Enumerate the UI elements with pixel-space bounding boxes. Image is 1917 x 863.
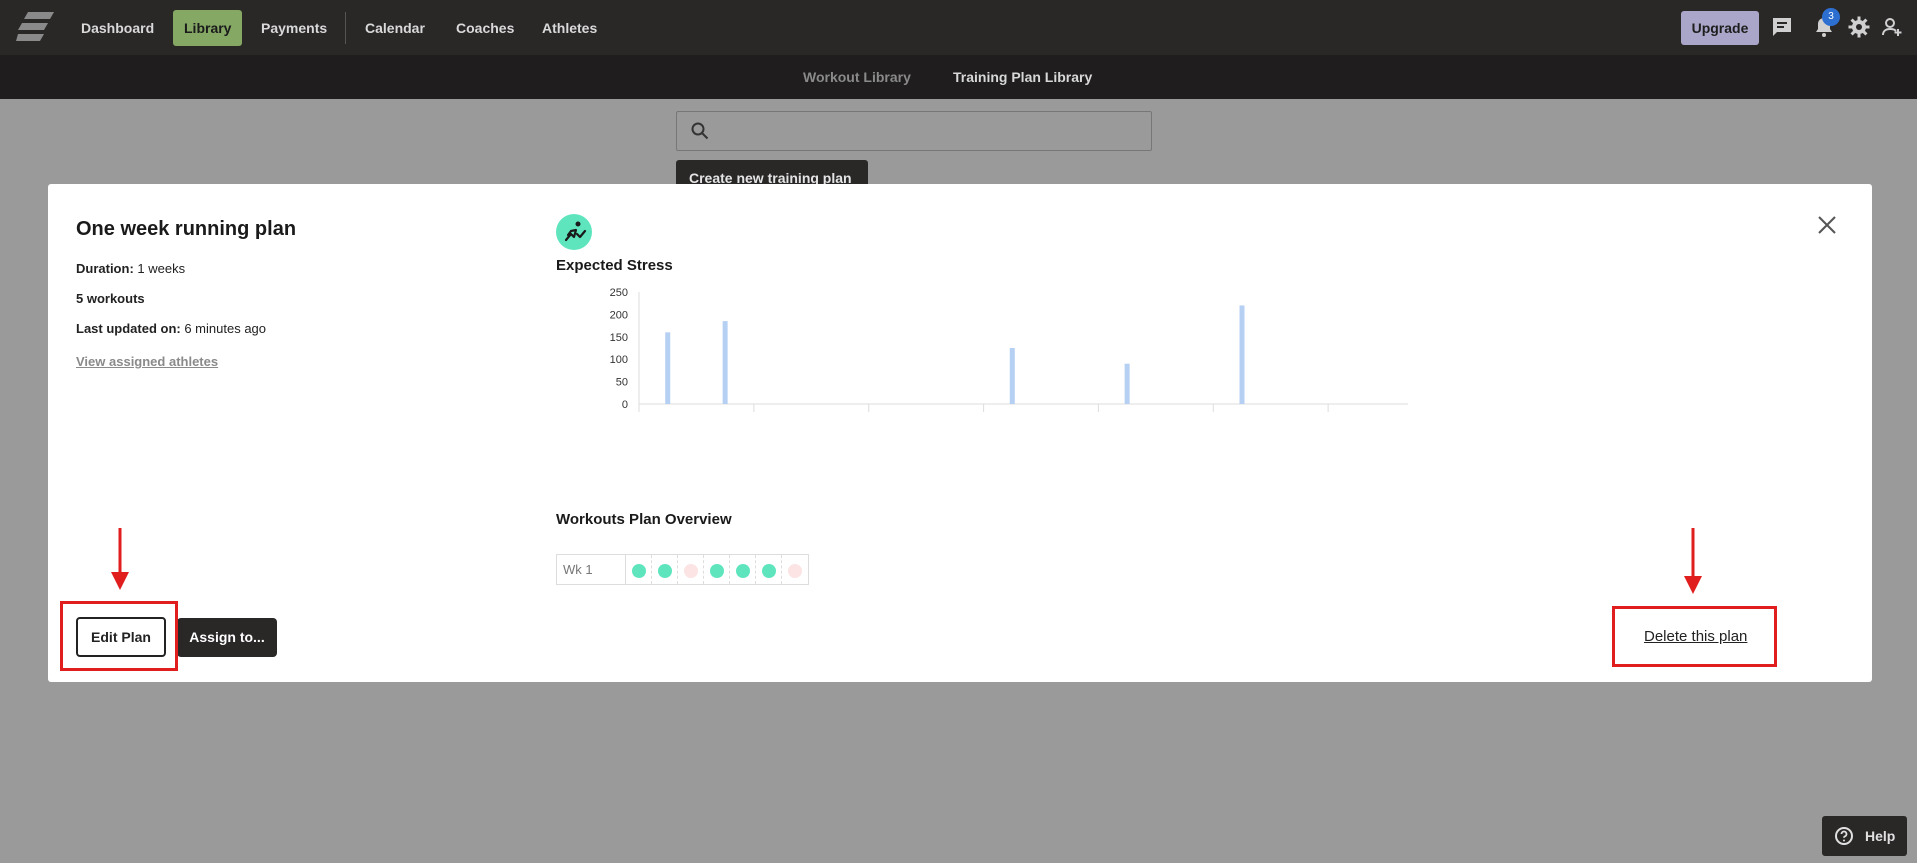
workout-dot bbox=[736, 564, 750, 578]
y-tick-label: 250 bbox=[610, 288, 628, 299]
y-tick-label: 100 bbox=[610, 354, 628, 366]
day-cell[interactable] bbox=[626, 555, 652, 584]
annotation-box-edit bbox=[60, 601, 178, 671]
day-cell[interactable] bbox=[704, 555, 730, 584]
expected-stress-title: Expected Stress bbox=[556, 257, 673, 274]
chat-icon[interactable] bbox=[1770, 15, 1794, 39]
y-tick-label: 50 bbox=[616, 377, 628, 389]
nav-calendar[interactable]: Calendar bbox=[365, 17, 425, 39]
stress-bar bbox=[1239, 305, 1245, 404]
library-subnav: Workout Library Training Plan Library bbox=[0, 55, 1917, 99]
workout-dot bbox=[762, 564, 776, 578]
nav-coaches[interactable]: Coaches bbox=[456, 17, 514, 39]
stress-bar bbox=[1124, 363, 1130, 404]
workout-dot bbox=[632, 564, 646, 578]
annotation-arrow-edit bbox=[111, 528, 129, 590]
stress-bar bbox=[1009, 348, 1015, 404]
nav-dashboard[interactable]: Dashboard bbox=[81, 17, 154, 39]
notification-badge: 3 bbox=[1822, 8, 1840, 26]
rest-dot bbox=[684, 564, 698, 578]
view-assigned-athletes-link[interactable]: View assigned athletes bbox=[76, 354, 218, 369]
plan-workout-count: 5 workouts bbox=[76, 291, 145, 306]
assign-to-button[interactable]: Assign to... bbox=[177, 618, 277, 657]
add-user-icon[interactable] bbox=[1880, 15, 1904, 39]
nav-payments[interactable]: Payments bbox=[261, 17, 327, 39]
search-input[interactable] bbox=[676, 111, 1152, 151]
day-cell[interactable] bbox=[782, 555, 808, 584]
stress-bar bbox=[665, 332, 671, 404]
nav-athletes[interactable]: Athletes bbox=[542, 17, 597, 39]
duration-value: 1 weeks bbox=[137, 261, 186, 276]
help-icon bbox=[1835, 827, 1853, 845]
day-cell[interactable] bbox=[730, 555, 756, 584]
nav-library[interactable]: Library bbox=[173, 10, 243, 46]
search-icon bbox=[691, 122, 709, 140]
annotation-box-delete bbox=[1612, 606, 1777, 667]
annotation-arrow-delete bbox=[1684, 528, 1702, 594]
week-label: Wk 1 bbox=[557, 555, 626, 584]
help-label: Help bbox=[1865, 828, 1896, 844]
day-cell[interactable] bbox=[678, 555, 704, 584]
help-button[interactable]: Help bbox=[1822, 816, 1907, 856]
nav-divider bbox=[345, 12, 346, 44]
expected-stress-chart: 250 200 150 100 50 0 bbox=[610, 288, 1408, 412]
plan-title: One week running plan bbox=[76, 218, 297, 240]
day-cell[interactable] bbox=[652, 555, 678, 584]
updated-label: Last updated on: bbox=[76, 321, 181, 336]
workout-dot bbox=[658, 564, 672, 578]
close-icon[interactable] bbox=[1814, 212, 1840, 238]
tab-training-plan-library[interactable]: Training Plan Library bbox=[953, 69, 1092, 85]
plan-duration: Duration: 1 weeks bbox=[76, 261, 185, 276]
updated-value: 6 minutes ago bbox=[184, 321, 267, 336]
y-tick-label: 200 bbox=[610, 309, 628, 321]
top-nav-bar: Dashboard Library Payments Calendar Coac… bbox=[0, 0, 1917, 55]
plan-last-updated: Last updated on: 6 minutes ago bbox=[76, 321, 266, 336]
day-cell[interactable] bbox=[756, 555, 782, 584]
workout-dot bbox=[710, 564, 724, 578]
plan-detail-modal: One week running plan Duration: 1 weeks … bbox=[48, 184, 1872, 682]
y-tick-label: 0 bbox=[622, 399, 628, 411]
stress-bar bbox=[722, 321, 728, 404]
workouts-overview-title: Workouts Plan Overview bbox=[556, 511, 732, 528]
running-sport-icon bbox=[556, 214, 592, 250]
week-overview-row: Wk 1 bbox=[556, 554, 809, 585]
gear-icon[interactable] bbox=[1847, 15, 1871, 39]
logo-icon[interactable] bbox=[16, 12, 54, 42]
tab-workout-library[interactable]: Workout Library bbox=[803, 69, 911, 85]
duration-label: Duration: bbox=[76, 261, 134, 276]
upgrade-button[interactable]: Upgrade bbox=[1681, 11, 1759, 45]
y-tick-label: 150 bbox=[610, 332, 628, 344]
rest-dot bbox=[788, 564, 802, 578]
